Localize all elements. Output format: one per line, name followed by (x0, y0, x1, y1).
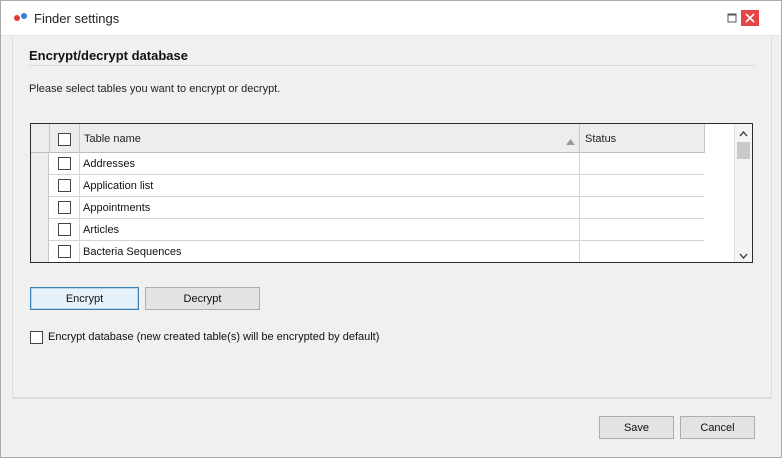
table-row[interactable]: Bacteria Sequences (31, 241, 704, 262)
table-row[interactable]: Appointments (31, 197, 704, 219)
select-all-checkbox[interactable] (58, 133, 71, 146)
column-separator (579, 124, 580, 153)
scroll-up-icon[interactable] (739, 128, 748, 140)
row-checkbox[interactable] (58, 157, 71, 170)
maximize-icon[interactable] (723, 10, 741, 26)
column-separator (79, 124, 80, 153)
table-name-cell: Addresses (83, 158, 135, 170)
cancel-button[interactable]: Cancel (680, 416, 755, 439)
row-header (31, 175, 49, 197)
row-checkbox[interactable] (58, 245, 71, 258)
column-header-status[interactable]: Status (585, 133, 616, 145)
encrypt-default-label[interactable]: Encrypt database (new created table(s) w… (48, 331, 379, 343)
cell-separator (79, 219, 80, 241)
cell-separator (579, 197, 580, 219)
title-bar: Finder settings (1, 1, 781, 36)
tables-grid[interactable]: Table name Status Addresses Application … (30, 123, 753, 263)
instructions-text: Please select tables you want to encrypt… (29, 83, 281, 95)
column-separator (704, 124, 705, 153)
footer-divider (12, 398, 772, 399)
section-title: Encrypt/decrypt database (29, 48, 188, 63)
encrypt-default-checkbox[interactable] (30, 331, 43, 344)
app-logo-icon (14, 12, 28, 22)
sort-ascending-icon[interactable] (566, 136, 575, 148)
cell-separator (79, 153, 80, 175)
window-title: Finder settings (34, 11, 120, 26)
cell-separator (579, 153, 580, 175)
table-row[interactable]: Application list (31, 175, 704, 197)
decrypt-button[interactable]: Decrypt (145, 287, 260, 310)
cell-separator (579, 175, 580, 197)
scroll-down-icon[interactable] (739, 250, 748, 262)
finder-settings-window: Finder settings Encrypt/decrypt database… (0, 0, 782, 458)
grid-header: Table name Status (31, 124, 705, 153)
row-checkbox[interactable] (58, 223, 71, 236)
table-name-cell: Application list (83, 180, 154, 192)
scroll-thumb[interactable] (737, 142, 750, 159)
close-icon[interactable] (741, 10, 759, 26)
table-row[interactable]: Articles (31, 219, 704, 241)
column-header-table-name[interactable]: Table name (84, 133, 141, 145)
cell-separator (579, 219, 580, 241)
row-header (31, 241, 49, 262)
cell-separator (79, 175, 80, 197)
row-header (31, 197, 49, 219)
cell-separator (79, 241, 80, 262)
table-row[interactable]: Addresses (31, 153, 704, 175)
row-checkbox[interactable] (58, 179, 71, 192)
row-header (31, 153, 49, 175)
table-name-cell: Articles (83, 224, 120, 236)
section-divider (29, 65, 755, 66)
save-button[interactable]: Save (599, 416, 674, 439)
table-name-cell: Appointments (83, 202, 151, 214)
grid-scrollbar[interactable] (734, 124, 752, 262)
cell-separator (579, 241, 580, 262)
column-separator (49, 124, 50, 153)
row-header (31, 219, 49, 241)
row-checkbox[interactable] (58, 201, 71, 214)
table-name-cell: Bacteria Sequences (83, 246, 182, 258)
encrypt-button[interactable]: Encrypt (30, 287, 139, 310)
cell-separator (79, 197, 80, 219)
